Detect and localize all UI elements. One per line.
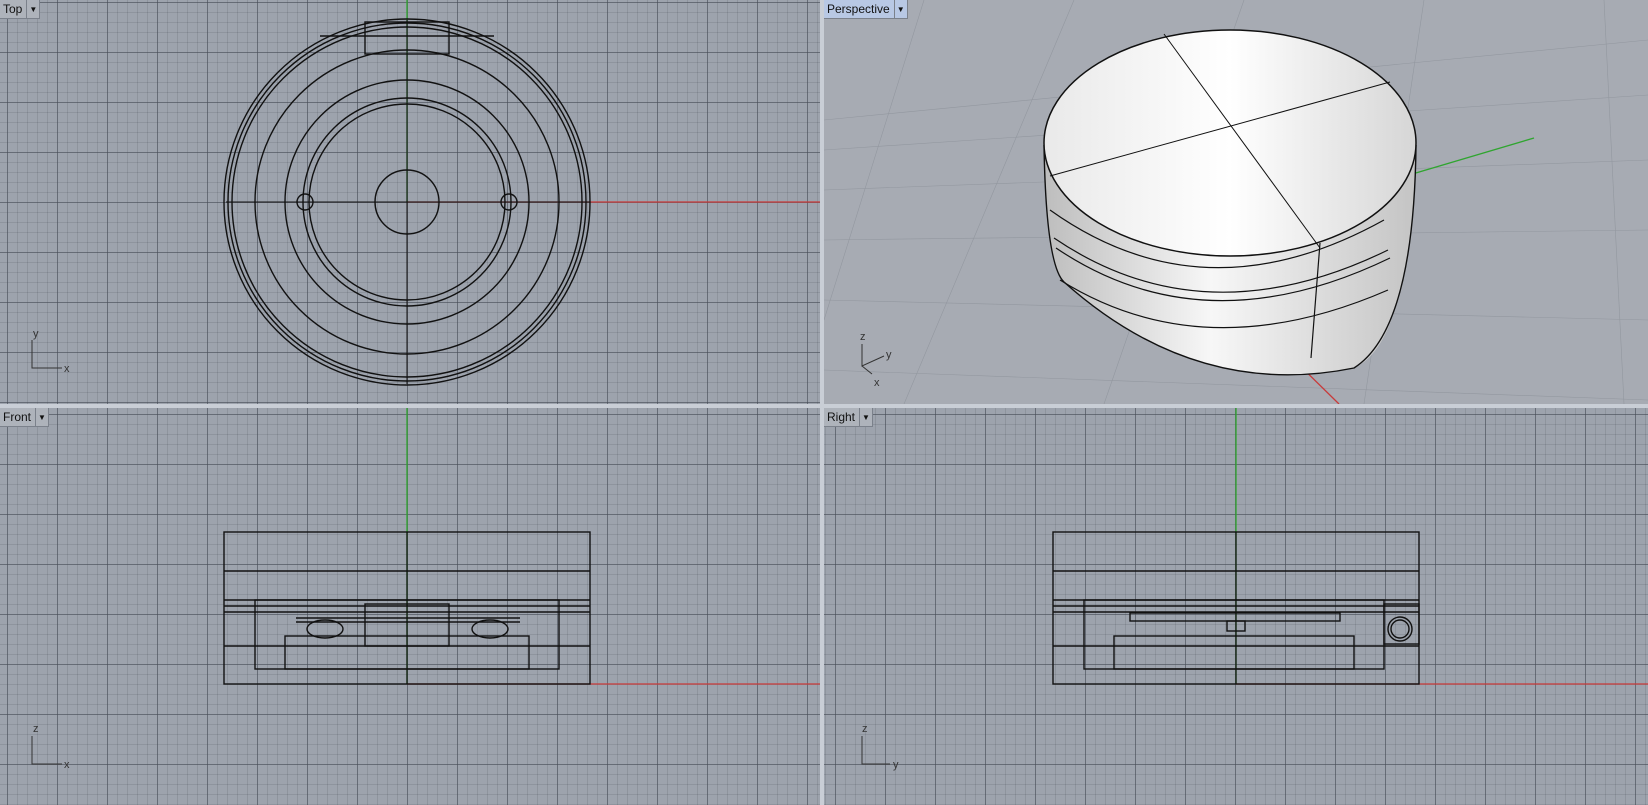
- axis-y-label: y: [33, 328, 39, 340]
- viewport-label-right[interactable]: Right ▼: [824, 408, 874, 427]
- viewport-perspective[interactable]: Perspective ▼ z y x: [824, 0, 1648, 404]
- axis-y-label: y: [893, 759, 899, 771]
- axis-z-label: z: [862, 723, 868, 735]
- viewport-top[interactable]: Top ▼ y x: [0, 0, 820, 404]
- viewport-title: Right: [827, 410, 856, 424]
- perspective-view-drawing: z y x: [824, 0, 1648, 404]
- front-view-drawing: z x: [31, 408, 820, 771]
- axis-x-label: x: [874, 377, 880, 389]
- axis-x-label: x: [64, 759, 70, 771]
- axis-z-label: z: [33, 723, 39, 735]
- dropdown-arrow-icon[interactable]: ▼: [35, 408, 48, 426]
- viewport-title: Perspective: [827, 2, 890, 16]
- viewport-title: Front: [3, 410, 32, 424]
- viewport-label-front[interactable]: Front ▼: [0, 408, 50, 427]
- viewport-label-perspective[interactable]: Perspective ▼: [824, 0, 908, 19]
- dropdown-arrow-icon[interactable]: ▼: [893, 0, 907, 18]
- viewport-title: Top: [3, 2, 23, 16]
- dropdown-arrow-icon[interactable]: ▼: [859, 408, 872, 426]
- axis-x-label: x: [64, 363, 70, 375]
- axis-z-label: z: [860, 331, 866, 343]
- viewport-right[interactable]: Right ▼ z y: [824, 408, 1648, 805]
- viewport-front[interactable]: Front ▼ z x: [0, 408, 820, 805]
- viewport-label-top[interactable]: Top ▼: [0, 0, 41, 19]
- top-view-drawing: y x: [31, 0, 820, 386]
- right-view-drawing: z y: [861, 408, 1648, 771]
- axis-y-label: y: [886, 349, 892, 361]
- dropdown-arrow-icon[interactable]: ▼: [26, 0, 39, 18]
